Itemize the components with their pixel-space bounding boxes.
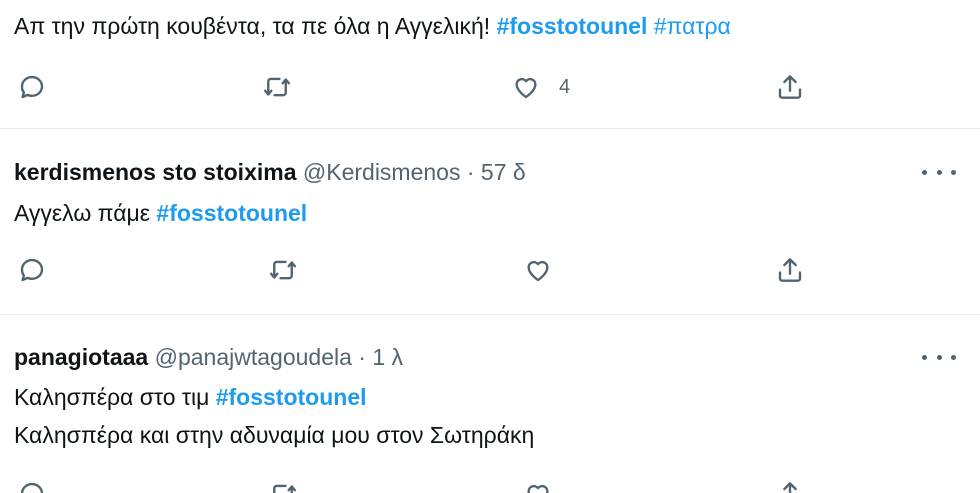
tweet-header: panagiotaaa @panajwtagoudela · 1 λ <box>14 341 403 373</box>
heart-icon <box>527 260 549 282</box>
reply-icon <box>20 482 44 493</box>
tweet-actions: 4 <box>0 72 980 108</box>
retweet-button[interactable] <box>262 72 292 102</box>
tweet-feed: Απ την πρώτη κουβέντα, τα πε όλα η Αγγελ… <box>0 0 980 493</box>
like-count: 4 <box>559 75 571 98</box>
more-button[interactable] <box>922 345 956 369</box>
user-handle[interactable]: @Kerdismenos <box>303 159 461 185</box>
share-icon <box>778 75 802 99</box>
heart-icon <box>515 77 537 99</box>
timestamp[interactable]: 1 λ <box>372 344 403 370</box>
tweet-body: Απ την πρώτη κουβέντα, τα πε όλα η Αγγελ… <box>14 13 497 39</box>
reply-button[interactable] <box>17 479 47 493</box>
tweet[interactable]: kerdismenos sto stoixima @Kerdismenos · … <box>0 129 980 314</box>
share-button[interactable] <box>775 72 805 102</box>
like-button[interactable] <box>523 479 553 493</box>
more-icon <box>922 169 927 175</box>
retweet-button[interactable] <box>268 255 298 285</box>
reply-icon <box>20 258 44 282</box>
separator-dot: · <box>358 344 366 370</box>
tweet-actions <box>0 479 980 493</box>
hashtag-link[interactable]: #πατρα <box>654 13 731 39</box>
reply-icon <box>20 75 44 99</box>
tweet-body: Αγγελω πάμε <box>14 200 157 226</box>
retweet-icon <box>273 484 297 493</box>
share-icon <box>778 258 802 282</box>
more-button[interactable] <box>922 160 956 184</box>
share-button[interactable] <box>775 255 805 285</box>
tweet-text: Καλησπέρα στο τιμ #fosstotounel <box>14 381 367 413</box>
reply-button[interactable] <box>17 72 47 102</box>
separator-dot: · <box>466 159 475 185</box>
reply-button[interactable] <box>17 255 47 285</box>
display-name[interactable]: kerdismenos sto stoixima <box>14 159 297 185</box>
retweet-icon <box>263 77 291 97</box>
hashtag-link[interactable]: #fosstotounel <box>216 384 367 410</box>
timestamp[interactable]: 57 δ <box>481 159 526 185</box>
share-icon <box>783 482 797 493</box>
user-handle[interactable]: @panajwtagoudela <box>155 344 352 370</box>
hashtag-link[interactable]: #fosstotounel <box>497 13 648 39</box>
tweet-header: kerdismenos sto stoixima @Kerdismenos · … <box>14 156 526 188</box>
tweet-text: Απ την πρώτη κουβέντα, τα πε όλα η Αγγελ… <box>14 10 731 42</box>
retweet-icon <box>269 260 297 280</box>
tweet-actions <box>0 255 980 291</box>
tweet-body: Καλησπέρα και στην αδυναμία μου στον Σωτ… <box>14 422 535 448</box>
retweet-button[interactable] <box>268 479 298 493</box>
display-name[interactable]: panagiotaaa <box>14 344 148 370</box>
like-button[interactable]: 4 <box>511 72 570 102</box>
tweet[interactable]: Απ την πρώτη κουβέντα, τα πε όλα η Αγγελ… <box>0 0 980 128</box>
tweet-text: Αγγελω πάμε #fosstotounel <box>14 197 307 229</box>
hashtag-link[interactable]: #fosstotounel <box>156 200 307 226</box>
tweet-text-line2: Καλησπέρα και στην αδυναμία μου στον Σωτ… <box>14 419 534 451</box>
more-icon <box>922 354 927 360</box>
tweet[interactable]: panagiotaaa @panajwtagoudela · 1 λ Καλησ… <box>0 315 980 493</box>
heart-icon <box>527 484 549 493</box>
tweet-body: Καλησπέρα στο τιμ <box>14 384 216 410</box>
share-button[interactable] <box>775 479 805 493</box>
like-button[interactable] <box>523 255 553 285</box>
